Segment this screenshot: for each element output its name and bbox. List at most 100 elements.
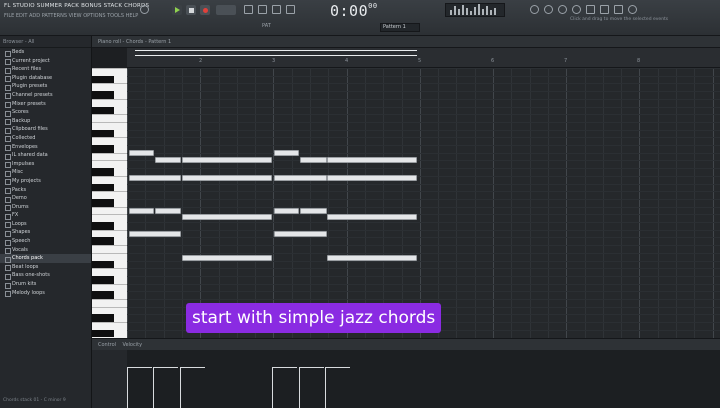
browser-icon[interactable] [586, 5, 595, 14]
black-key[interactable] [92, 145, 114, 153]
midi-note[interactable] [129, 150, 154, 156]
browser-item[interactable]: Plugin presets [0, 82, 91, 91]
black-key[interactable] [92, 329, 114, 338]
plugin-picker-icon[interactable] [600, 5, 609, 14]
pattern-selector[interactable]: Pattern 1 [380, 23, 420, 32]
play-button[interactable] [172, 5, 182, 15]
black-key[interactable] [92, 168, 114, 176]
black-key[interactable] [92, 314, 114, 323]
mixer-icon[interactable] [530, 5, 539, 14]
snap-icon[interactable] [140, 5, 149, 14]
browser-item[interactable]: Drums [0, 203, 91, 212]
velocity-bar[interactable] [127, 367, 152, 408]
velocity-bar[interactable] [272, 367, 297, 408]
midi-note[interactable] [274, 150, 299, 156]
browser-item[interactable]: Loops [0, 220, 91, 229]
midi-note[interactable] [327, 175, 417, 181]
midi-note[interactable] [300, 208, 327, 214]
midi-note[interactable] [182, 214, 272, 220]
browser-item[interactable]: Plugin database [0, 74, 91, 83]
midi-note[interactable] [274, 208, 299, 214]
black-key[interactable] [92, 129, 114, 138]
help-icon[interactable] [628, 5, 637, 14]
browser-item[interactable]: Envelopes [0, 143, 91, 152]
browser-item[interactable]: Demo [0, 194, 91, 203]
countdown-icon[interactable] [272, 5, 281, 14]
browser-item[interactable]: Clipboard files [0, 125, 91, 134]
browser-item[interactable]: Recent files [0, 65, 91, 74]
browser-item[interactable]: Shapes [0, 228, 91, 237]
browser-item[interactable]: Bass one-shots [0, 271, 91, 280]
black-key[interactable] [92, 291, 114, 299]
event-editor-label[interactable]: Control [98, 342, 116, 348]
midi-note[interactable] [155, 208, 181, 214]
loop-record-icon[interactable] [286, 5, 295, 14]
midi-note[interactable] [300, 157, 327, 163]
grid-line [438, 68, 440, 338]
channel-rack-icon[interactable] [544, 5, 553, 14]
browser-header[interactable]: Browser - All [0, 36, 91, 48]
browser-item[interactable]: Vocals [0, 246, 91, 255]
velocity-bar[interactable] [153, 367, 178, 408]
browser-item[interactable]: IL shared data [0, 151, 91, 160]
browser-item[interactable]: My projects [0, 177, 91, 186]
black-key[interactable] [92, 106, 114, 115]
black-key[interactable] [92, 275, 114, 284]
midi-note[interactable] [129, 175, 181, 181]
piano-roll-icon[interactable] [558, 5, 567, 14]
midi-note[interactable] [182, 157, 272, 163]
browser-item[interactable]: Speech [0, 237, 91, 246]
event-editor-param[interactable]: Velocity [122, 342, 142, 348]
midi-note[interactable] [182, 175, 272, 181]
browser-item[interactable]: Channel presets [0, 91, 91, 100]
browser-item[interactable]: Mixer presets [0, 100, 91, 109]
midi-note[interactable] [327, 214, 417, 220]
black-key[interactable] [92, 222, 114, 230]
loop-marker[interactable] [135, 50, 417, 56]
midi-note[interactable] [327, 255, 417, 261]
note-grid[interactable] [127, 68, 720, 338]
velocity-bar[interactable] [325, 367, 350, 408]
black-key[interactable] [92, 91, 114, 99]
browser-item[interactable]: Packs [0, 186, 91, 195]
browser-item[interactable]: Collected [0, 134, 91, 143]
velocity-lane[interactable] [127, 350, 720, 408]
browser-item[interactable]: Beds [0, 48, 91, 57]
stop-button[interactable] [186, 5, 196, 15]
metronome-icon[interactable] [244, 5, 253, 14]
midi-note[interactable] [182, 255, 272, 261]
midi-note[interactable] [274, 231, 327, 237]
tempo-display[interactable] [216, 5, 236, 15]
ruler-tick: 5 [418, 58, 422, 64]
menu-bar[interactable]: FILE EDIT ADD PATTERNS VIEW OPTIONS TOOL… [4, 13, 138, 19]
black-key[interactable] [92, 75, 114, 84]
browser-item[interactable]: Scores [0, 108, 91, 117]
browser-item[interactable]: Beat loops [0, 263, 91, 272]
velocity-bar[interactable] [180, 367, 205, 408]
midi-note[interactable] [327, 157, 417, 163]
browser-item[interactable]: Impulses [0, 160, 91, 169]
browser-item[interactable]: Drum kits [0, 280, 91, 289]
black-key[interactable] [92, 198, 114, 207]
velocity-bar[interactable] [299, 367, 324, 408]
playlist-icon[interactable] [572, 5, 581, 14]
browser-item[interactable]: Backup [0, 117, 91, 126]
browser-item[interactable]: Chords pack [0, 254, 91, 263]
black-key[interactable] [92, 260, 114, 269]
browser-item[interactable]: Melody loops [0, 289, 91, 298]
black-key[interactable] [92, 183, 114, 192]
settings-icon[interactable] [614, 5, 623, 14]
midi-note[interactable] [129, 231, 181, 237]
wait-input-icon[interactable] [258, 5, 267, 14]
record-button[interactable] [200, 5, 210, 15]
midi-note[interactable] [155, 157, 181, 163]
browser-item[interactable]: Misc [0, 168, 91, 177]
grid-line [127, 68, 128, 338]
midi-note[interactable] [274, 175, 327, 181]
midi-note[interactable] [129, 208, 154, 214]
timeline-ruler[interactable]: 2 3 4 5 6 7 8 [127, 48, 720, 68]
piano-keyboard[interactable] [92, 68, 127, 338]
black-key[interactable] [92, 237, 114, 246]
browser-item[interactable]: Current project [0, 57, 91, 66]
browser-item[interactable]: FX [0, 211, 91, 220]
